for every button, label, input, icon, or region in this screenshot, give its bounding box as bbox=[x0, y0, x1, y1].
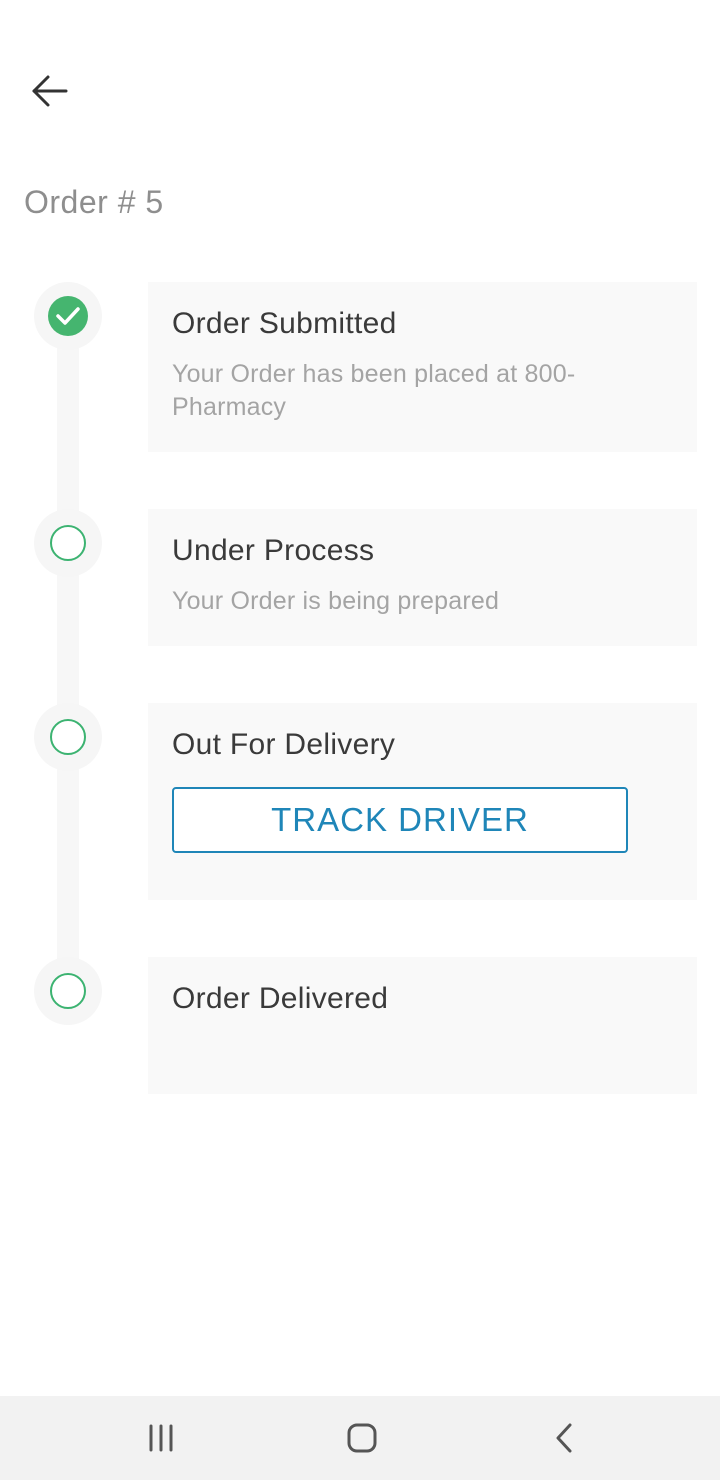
step-card-delivered: Order Delivered bbox=[148, 957, 697, 1094]
empty-circle-icon bbox=[50, 525, 86, 561]
track-driver-button[interactable]: TRACK DRIVER bbox=[172, 787, 628, 853]
back-button[interactable] bbox=[22, 66, 76, 116]
step-card-process: Under Process Your Order is being prepar… bbox=[148, 509, 697, 646]
empty-circle-icon bbox=[50, 973, 86, 1009]
step-card-submitted: Order Submitted Your Order has been plac… bbox=[148, 282, 697, 452]
step-marker-process bbox=[34, 509, 102, 577]
step-marker-delivery bbox=[34, 703, 102, 771]
recent-apps-icon bbox=[149, 1424, 173, 1452]
step-marker-delivered bbox=[34, 957, 102, 1025]
step-title: Out For Delivery bbox=[172, 728, 396, 761]
system-nav-bar bbox=[0, 1396, 720, 1480]
step-description: Your Order is being prepared bbox=[172, 587, 500, 615]
recents-button[interactable] bbox=[131, 1418, 191, 1458]
timeline-track bbox=[57, 320, 79, 990]
step-description: Your Order has been placed at 800-Pharma… bbox=[172, 360, 576, 421]
check-circle-icon bbox=[48, 296, 88, 336]
back-icon bbox=[556, 1423, 572, 1453]
step-title: Order Submitted bbox=[172, 307, 397, 340]
step-title: Under Process bbox=[172, 534, 375, 567]
system-back-button[interactable] bbox=[534, 1418, 594, 1458]
empty-circle-icon bbox=[50, 719, 86, 755]
home-icon bbox=[347, 1423, 377, 1453]
step-title: Order Delivered bbox=[172, 982, 389, 1015]
step-marker-submitted bbox=[34, 282, 102, 350]
page-title: Order # 5 bbox=[24, 184, 164, 220]
arrow-left-icon bbox=[32, 75, 68, 107]
home-button[interactable] bbox=[332, 1418, 392, 1458]
step-card-delivery: Out For Delivery TRACK DRIVER bbox=[148, 703, 697, 900]
